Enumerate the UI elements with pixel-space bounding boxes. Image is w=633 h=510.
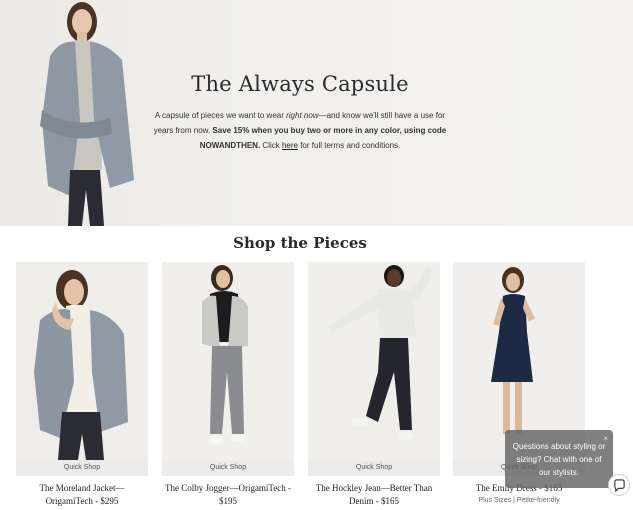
product-name[interactable]: The Moreland Jacket—OrigamiTech - $295 (16, 482, 148, 508)
chat-launcher-button[interactable] (608, 474, 630, 496)
section-title: Shop the Pieces (233, 234, 367, 252)
hero-banner: The Always Capsule A capsule of pieces w… (0, 0, 633, 226)
product-image[interactable] (308, 262, 440, 460)
terms-link[interactable]: here (282, 141, 298, 150)
chat-message: Questions about styling or sizing? Chat … (512, 442, 606, 477)
page-title: The Always Capsule (191, 72, 409, 96)
product-card[interactable]: Quick Shop The Hockley Jean—Better Than … (308, 262, 440, 508)
hero-text-block: The Always Capsule A capsule of pieces w… (150, 72, 450, 153)
product-name[interactable]: The Colby Jogger—OrigamiTech - $195 (162, 482, 294, 508)
chat-prompt-bubble[interactable]: × Questions about styling or sizing? Cha… (505, 430, 613, 488)
chat-bubble-icon (614, 479, 625, 492)
quick-shop-button[interactable]: Quick Shop (16, 460, 148, 476)
quick-shop-button[interactable]: Quick Shop (162, 460, 294, 476)
product-image[interactable] (16, 262, 148, 460)
hero-model-image (40, 2, 134, 226)
product-image[interactable] (162, 262, 294, 460)
close-icon[interactable]: × (603, 432, 608, 445)
product-card[interactable]: Quick Shop The Colby Jogger—OrigamiTech … (162, 262, 294, 508)
product-name[interactable]: The Hockley Jean—Better Than Denim - $16… (308, 482, 440, 508)
desc-text: A capsule of pieces we want to wear (154, 111, 287, 120)
hero-description: A capsule of pieces we want to wear righ… (150, 108, 450, 153)
quick-shop-button[interactable]: Quick Shop (308, 460, 440, 476)
desc-italic: right now (286, 111, 319, 120)
product-card[interactable]: Quick Shop The Moreland Jacket—OrigamiTe… (16, 262, 148, 508)
desc-text: Click (260, 141, 282, 150)
desc-text: for full terms and conditions. (297, 141, 401, 150)
product-size-options: Plus Sizes | Petite-friendly (478, 497, 560, 504)
